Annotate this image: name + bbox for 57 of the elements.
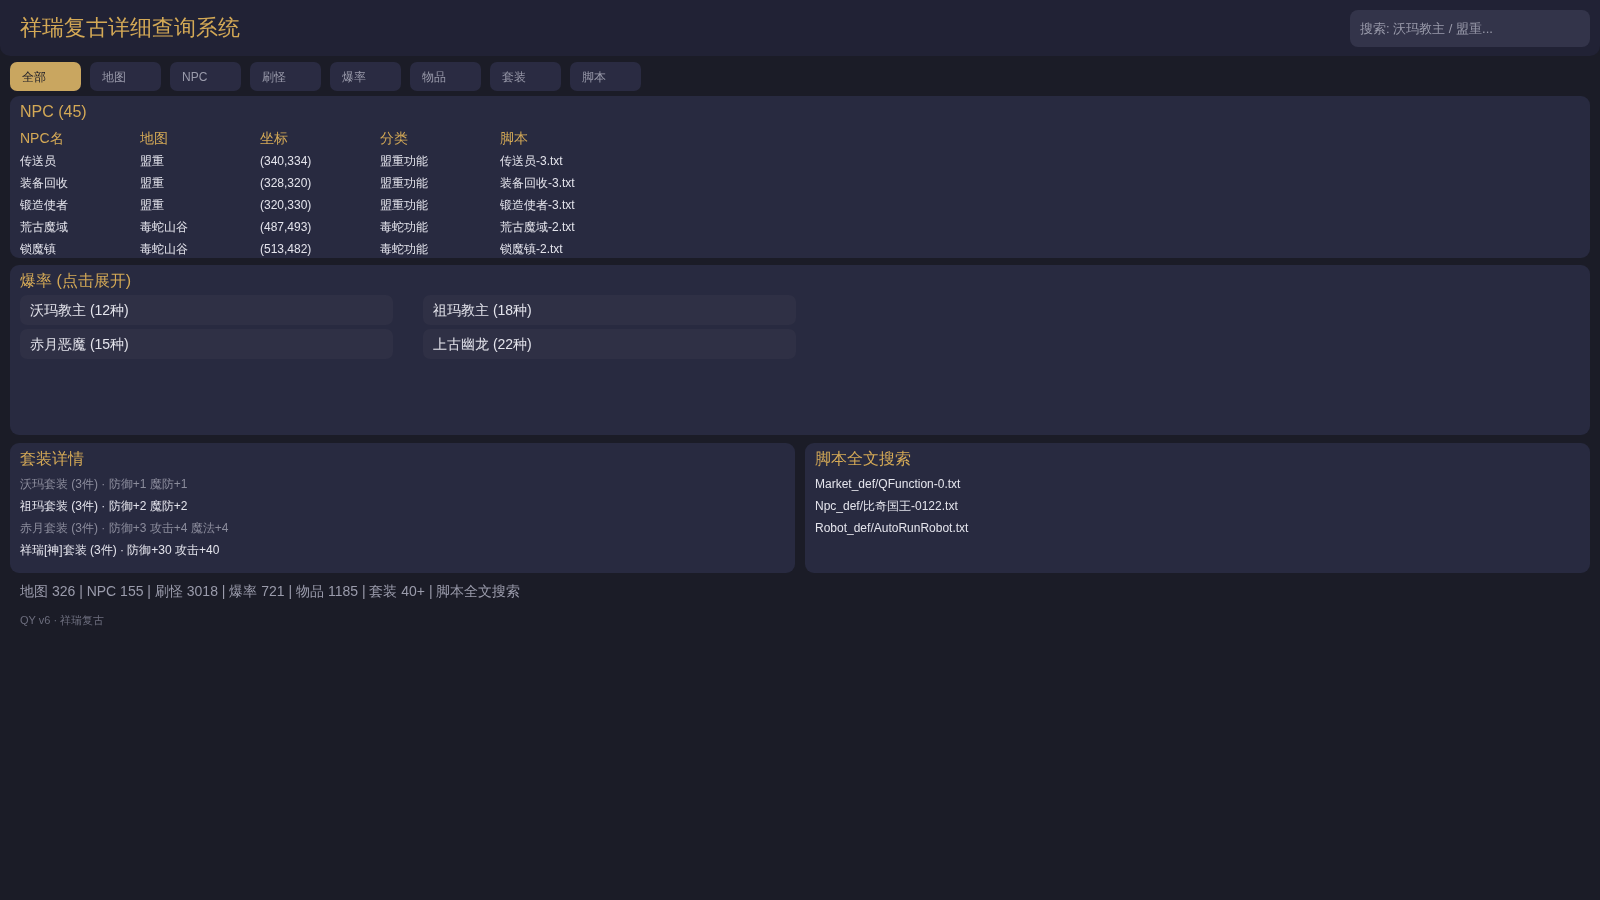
table-cell: 毒蛇功能	[380, 216, 500, 238]
table-cell: 毒蛇功能	[380, 238, 500, 258]
table-cell: 盟重	[140, 150, 260, 172]
table-cell: 盟重功能	[380, 194, 500, 216]
filter-tab[interactable]: 物品	[410, 62, 481, 91]
table-cell: (328,320)	[260, 172, 380, 194]
table-cell: 荒古魔域	[20, 216, 140, 238]
table-cell-text: 荒古魔域-2.txt	[500, 219, 576, 236]
table-cell: 锻造使者	[20, 194, 140, 216]
script-file-link[interactable]: Robot_def/AutoRunRobot.txt	[815, 517, 969, 539]
suit-line: 赤月套装 (3件) · 防御+3 攻击+4 魔法+4	[20, 520, 230, 537]
filter-tab[interactable]: 地图	[90, 62, 161, 91]
table-cell: 盟重功能	[380, 172, 500, 194]
filter-tab[interactable]: 全部	[10, 62, 81, 91]
suit-line: 祖玛套装 (3件) · 防御+2 魔防+2	[20, 498, 189, 515]
table-cell: 毒蛇山谷	[140, 216, 260, 238]
suit-line: 祥瑞[神]套装 (3件) · 防御+30 攻击+40	[20, 542, 221, 559]
table-cell: 盟重	[140, 194, 260, 216]
table-cell: (487,493)	[260, 216, 380, 238]
stats-line: 地图 326 | NPC 155 | 刷怪 3018 | 爆率 721 | 物品 1185 | 套装 40+ | 脚本全文搜索	[20, 582, 522, 601]
panel-title: 套装详情	[20, 449, 85, 469]
search-field[interactable]: 搜索: 沃玛教主 / 盟重...	[1350, 9, 1590, 47]
table-cell: 装备回收	[20, 172, 140, 194]
app-title: 祥瑞复古详细查询系统	[20, 14, 240, 42]
panel-title: 脚本全文搜索	[815, 449, 912, 469]
column-header: 分类	[380, 126, 500, 150]
filter-tab[interactable]: 套装	[490, 62, 561, 91]
table-cell-text: 锁魔镇-2.txt	[500, 241, 564, 258]
drop-entry[interactable]: 赤月恶魔 (15种)	[20, 329, 393, 359]
drop-entry[interactable]: 上古幽龙 (22种)	[423, 329, 796, 359]
filter-tab[interactable]: 刷怪	[250, 62, 321, 91]
filter-tab[interactable]: NPC	[170, 62, 241, 91]
table-cell: (513,482)	[260, 238, 380, 258]
drop-entry[interactable]: 祖玛教主 (18种)	[423, 295, 796, 325]
suit-line: 沃玛套装 (3件) · 防御+1 魔防+1	[20, 476, 189, 493]
filter-tab[interactable]: 脚本	[570, 62, 641, 91]
table-cell: (340,334)	[260, 150, 380, 172]
table-cell: 盟重	[140, 172, 260, 194]
footer-text: QY v6 · 祥瑞复古	[20, 613, 106, 628]
column-header: 脚本	[500, 128, 529, 148]
filter-tab[interactable]: 爆率	[330, 62, 401, 91]
table-cell: 传送员	[20, 150, 140, 172]
script-file-link[interactable]: Market_def/QFunction-0.txt	[815, 473, 961, 495]
table-cell-text: 锻造使者-3.txt	[500, 197, 576, 214]
table-cell: 毒蛇山谷	[140, 238, 260, 258]
column-header: 地图	[140, 126, 260, 150]
column-header: 坐标	[260, 126, 380, 150]
panel-title: NPC (45)	[20, 102, 88, 122]
table-cell-text: 装备回收-3.txt	[500, 175, 576, 192]
drop-entry[interactable]: 沃玛教主 (12种)	[20, 295, 393, 325]
script-file-link[interactable]: Npc_def/比奇国王-0122.txt	[815, 495, 958, 517]
table-cell: 锁魔镇	[20, 238, 140, 258]
panel-title: 爆率 (点击展开)	[20, 271, 133, 291]
table-cell: (320,330)	[260, 194, 380, 216]
table-cell: 盟重功能	[380, 150, 500, 172]
column-header: NPC名	[20, 126, 140, 150]
table-cell-text: 传送员-3.txt	[500, 153, 564, 170]
